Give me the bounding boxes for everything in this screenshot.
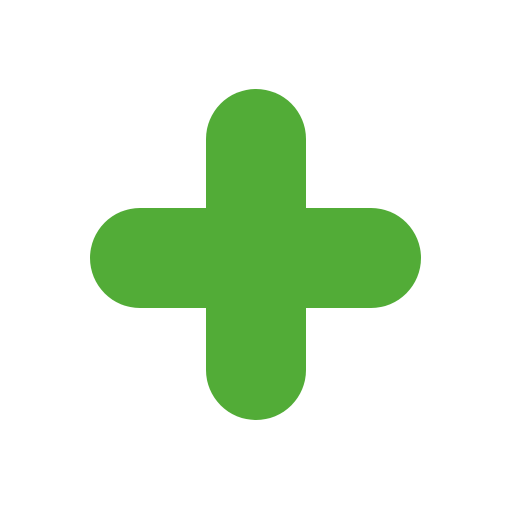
icon-canvas — [0, 0, 512, 512]
plus-horizontal-bar — [90, 208, 421, 308]
plus-icon[interactable] — [0, 0, 512, 512]
